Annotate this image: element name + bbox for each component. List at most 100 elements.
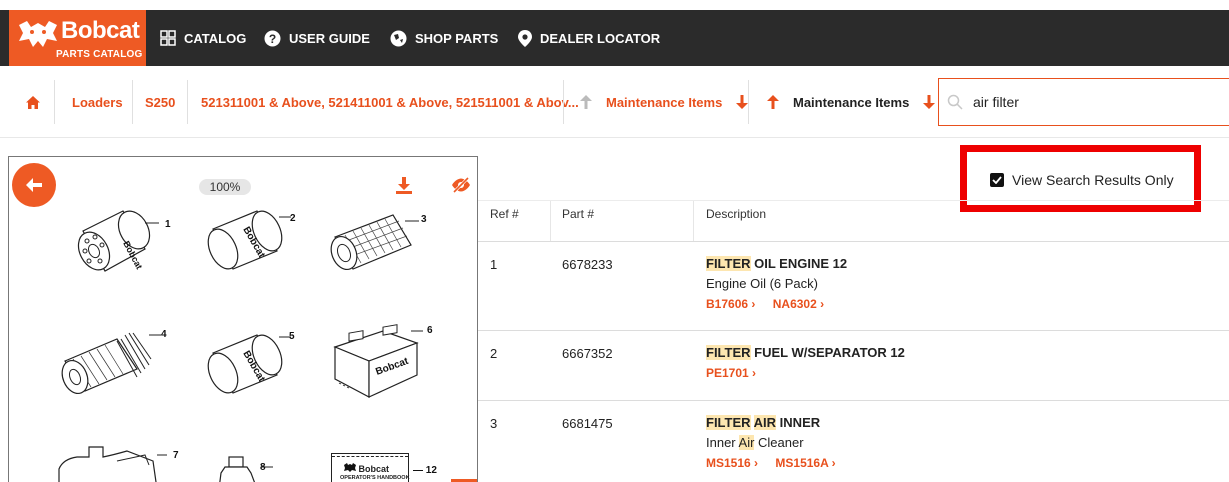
grid-icon: [160, 30, 176, 46]
desc-title-rest: FUEL W/SEPARATOR 12: [750, 345, 905, 360]
map-pin-icon: [518, 29, 532, 47]
nav-catalog-label: CATALOG: [184, 30, 247, 46]
callout-12-label: 12: [425, 465, 437, 476]
highlight-term: AIR: [753, 415, 777, 430]
nav-shop-parts[interactable]: SHOP PARTS: [390, 10, 498, 66]
header-ref[interactable]: Ref #: [490, 201, 519, 241]
related-link-text: MS1516: [706, 456, 751, 470]
desc-title-rest: INNER: [776, 415, 821, 430]
highlight-term: FILTER: [706, 256, 751, 271]
related-link[interactable]: NA6302 ›: [773, 297, 824, 311]
search-input[interactable]: [973, 94, 1213, 110]
arrow-down-icon: [923, 95, 936, 109]
zoom-level: 100%: [199, 179, 251, 195]
oil-filter-drawing: Bobcat: [77, 210, 159, 272]
row-ref: 1: [490, 257, 498, 272]
related-link[interactable]: MS1516 ›: [706, 456, 758, 470]
nav-user-guide[interactable]: ? USER GUIDE: [264, 10, 370, 66]
bobcat-logo[interactable]: Bobcat PARTS CATALOG: [9, 10, 146, 66]
table-row[interactable]: 2 6667352 FILTER FUEL W/SEPARATOR 12 PE1…: [478, 331, 1229, 401]
header-description[interactable]: Description: [706, 201, 766, 241]
breadcrumb-maintenance-2-label: Maintenance Items: [793, 94, 910, 110]
parts-diagram-panel[interactable]: 100% Bobcat 1 Bobcat 2 3 4 Bobcat 5 Bobc…: [8, 156, 478, 482]
callout-3[interactable]: 3: [421, 214, 427, 225]
handbook-brand-text: Bobcat: [358, 464, 390, 474]
arrow-left-icon: [26, 178, 42, 192]
arrow-down-icon: [736, 95, 749, 109]
related-link[interactable]: MS1516A ›: [775, 456, 835, 470]
row-part-number[interactable]: 6681475: [562, 416, 613, 431]
view-search-results-label: View Search Results Only: [1012, 172, 1174, 188]
view-search-results-toggle[interactable]: View Search Results Only: [990, 172, 1174, 188]
download-icon[interactable]: [395, 177, 413, 200]
row-description: FILTER FUEL W/SEPARATOR 12 PE1701 ›: [706, 345, 905, 380]
handbook-title: OPERATOR'S HANDBOOK: [340, 475, 410, 481]
battery-drawing: Bobcat: [333, 324, 423, 398]
header-part[interactable]: Part #: [562, 201, 594, 241]
related-link-text: PE1701: [706, 366, 749, 380]
brand-subtitle: PARTS CATALOG: [56, 49, 143, 60]
callout-8[interactable]: 8: [260, 462, 266, 473]
operators-handbook-drawing: Bobcat OPERATOR'S HANDBOOK: [331, 453, 410, 482]
breadcrumb-maintenance-1-label: Maintenance Items: [606, 94, 723, 110]
desc-title-rest: OIL ENGINE 12: [750, 256, 848, 271]
fuel-filter-drawing: Bobcat: [207, 210, 291, 270]
air-filter-inner-drawing: [61, 332, 161, 394]
nav-shop-parts-label: SHOP PARTS: [415, 30, 499, 46]
callout-2[interactable]: 2: [290, 213, 296, 224]
highlight-term: FILTER: [706, 345, 751, 360]
question-icon: ?: [264, 30, 281, 47]
row-ref: 3: [490, 416, 498, 431]
breadcrumb-maintenance-1[interactable]: Maintenance Items: [580, 66, 749, 138]
callout-5[interactable]: 5: [289, 331, 295, 342]
related-link-text: B17606: [706, 297, 749, 311]
bobcat-head-icon: [19, 21, 57, 47]
highlight-term: FILTER: [706, 415, 751, 430]
checkbox-checked-icon[interactable]: [990, 173, 1004, 187]
row-part-number[interactable]: 6678233: [562, 257, 613, 272]
row-description: FILTER OIL ENGINE 12 Engine Oil (6 Pack)…: [706, 256, 847, 311]
callout-1[interactable]: 1: [165, 219, 171, 230]
globe-icon: [390, 30, 407, 47]
callout-4[interactable]: 4: [161, 329, 167, 340]
row-part-number[interactable]: 6667352: [562, 346, 613, 361]
nav-dealer-locator[interactable]: DEALER LOCATOR: [518, 10, 660, 66]
breadcrumb-loaders[interactable]: Loaders: [72, 66, 123, 138]
oil-bottle-drawing: [219, 456, 273, 482]
search-icon: [947, 94, 963, 110]
desc-sub-pre: Inner: [706, 435, 739, 450]
callout-7[interactable]: 7: [173, 450, 179, 461]
handbook-brand: Bobcat: [344, 463, 389, 474]
related-link[interactable]: B17606 ›: [706, 297, 755, 311]
table-row[interactable]: 3 6681475 FILTER AIR INNER Inner Air Cle…: [478, 401, 1229, 482]
table-row[interactable]: 1 6678233 FILTER OIL ENGINE 12 Engine Oi…: [478, 242, 1229, 331]
air-filter-outer-drawing: [330, 214, 419, 270]
breadcrumb: Loaders S250 521311001 & Above, 52141100…: [0, 66, 1229, 138]
search-box[interactable]: [938, 78, 1229, 126]
desc-subtitle: Engine Oil (6 Pack): [706, 276, 818, 291]
bobcat-head-icon: [344, 463, 356, 472]
callout-12[interactable]: — 12: [413, 465, 437, 476]
breadcrumb-home[interactable]: [26, 66, 40, 138]
parts-table-header: Ref # Part # Description: [478, 200, 1229, 242]
row-ref: 2: [490, 346, 498, 361]
breadcrumb-maintenance-2[interactable]: Maintenance Items: [767, 66, 936, 138]
home-icon: [26, 95, 40, 109]
row-description: FILTER AIR INNER Inner Air Cleaner MS151…: [706, 415, 850, 470]
related-link[interactable]: PE1701 ›: [706, 366, 756, 380]
nav-catalog[interactable]: CATALOG: [160, 10, 246, 66]
hide-eye-icon[interactable]: [451, 176, 471, 198]
back-button[interactable]: [12, 163, 56, 207]
arrow-up-icon: [767, 95, 779, 109]
nav-user-guide-label: USER GUIDE: [289, 30, 370, 46]
related-link-text: MS1516A: [775, 456, 829, 470]
breadcrumb-model[interactable]: S250: [145, 66, 175, 138]
hydraulic-filter-drawing: Bobcat: [207, 334, 291, 394]
callout-6[interactable]: 6: [427, 325, 433, 336]
nav-dealer-locator-label: DEALER LOCATOR: [540, 30, 661, 46]
desc-sub-post: Cleaner: [754, 435, 804, 450]
arrow-up-icon: [580, 95, 592, 109]
breadcrumb-serial-range[interactable]: 521311001 & Above, 521411001 & Above, 52…: [201, 66, 579, 138]
highlight-term: Air: [738, 435, 755, 450]
svg-text:?: ?: [269, 32, 276, 46]
